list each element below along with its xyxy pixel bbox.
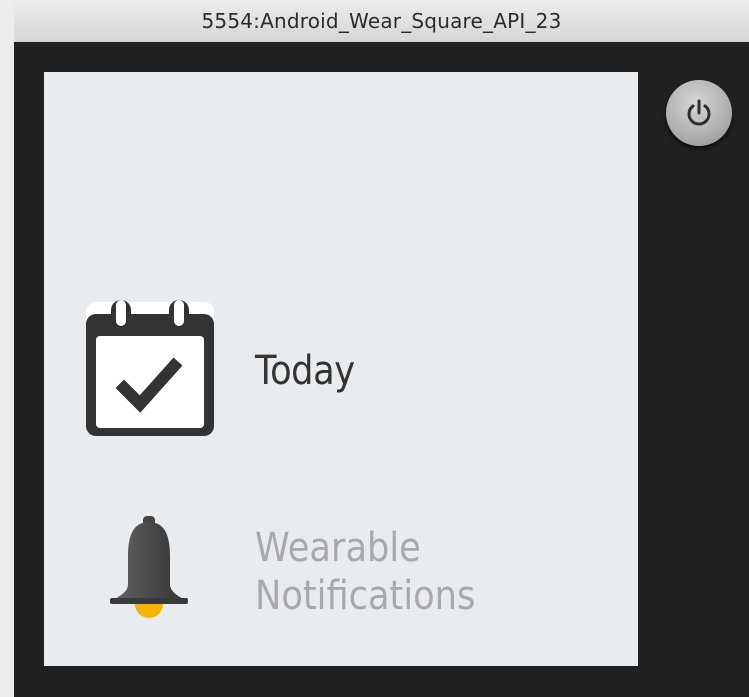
menu-item-label-today: Today	[255, 348, 355, 394]
calendar-check-icon	[86, 300, 214, 436]
label-line-2: Notifications	[255, 573, 476, 619]
menu-item-today[interactable]: Today	[44, 300, 638, 440]
bell-icon	[110, 516, 188, 618]
power-button[interactable]	[666, 80, 732, 146]
emulator-window: 5554:Android_Wear_Square_API_23 Today We…	[14, 0, 749, 697]
watch-screen: Today Wearable Notifications	[44, 72, 638, 666]
menu-item-label-wearable-notifications: Wearable Notifications	[255, 524, 475, 620]
power-icon	[687, 99, 711, 126]
title-bar[interactable]: 5554:Android_Wear_Square_API_23	[14, 0, 749, 43]
menu-item-wearable-notifications[interactable]: Wearable Notifications	[44, 510, 638, 630]
window-title: 5554:Android_Wear_Square_API_23	[201, 9, 562, 33]
watch-bezel: Today Wearable Notifications	[14, 42, 749, 697]
label-line-1: Wearable	[255, 525, 421, 571]
